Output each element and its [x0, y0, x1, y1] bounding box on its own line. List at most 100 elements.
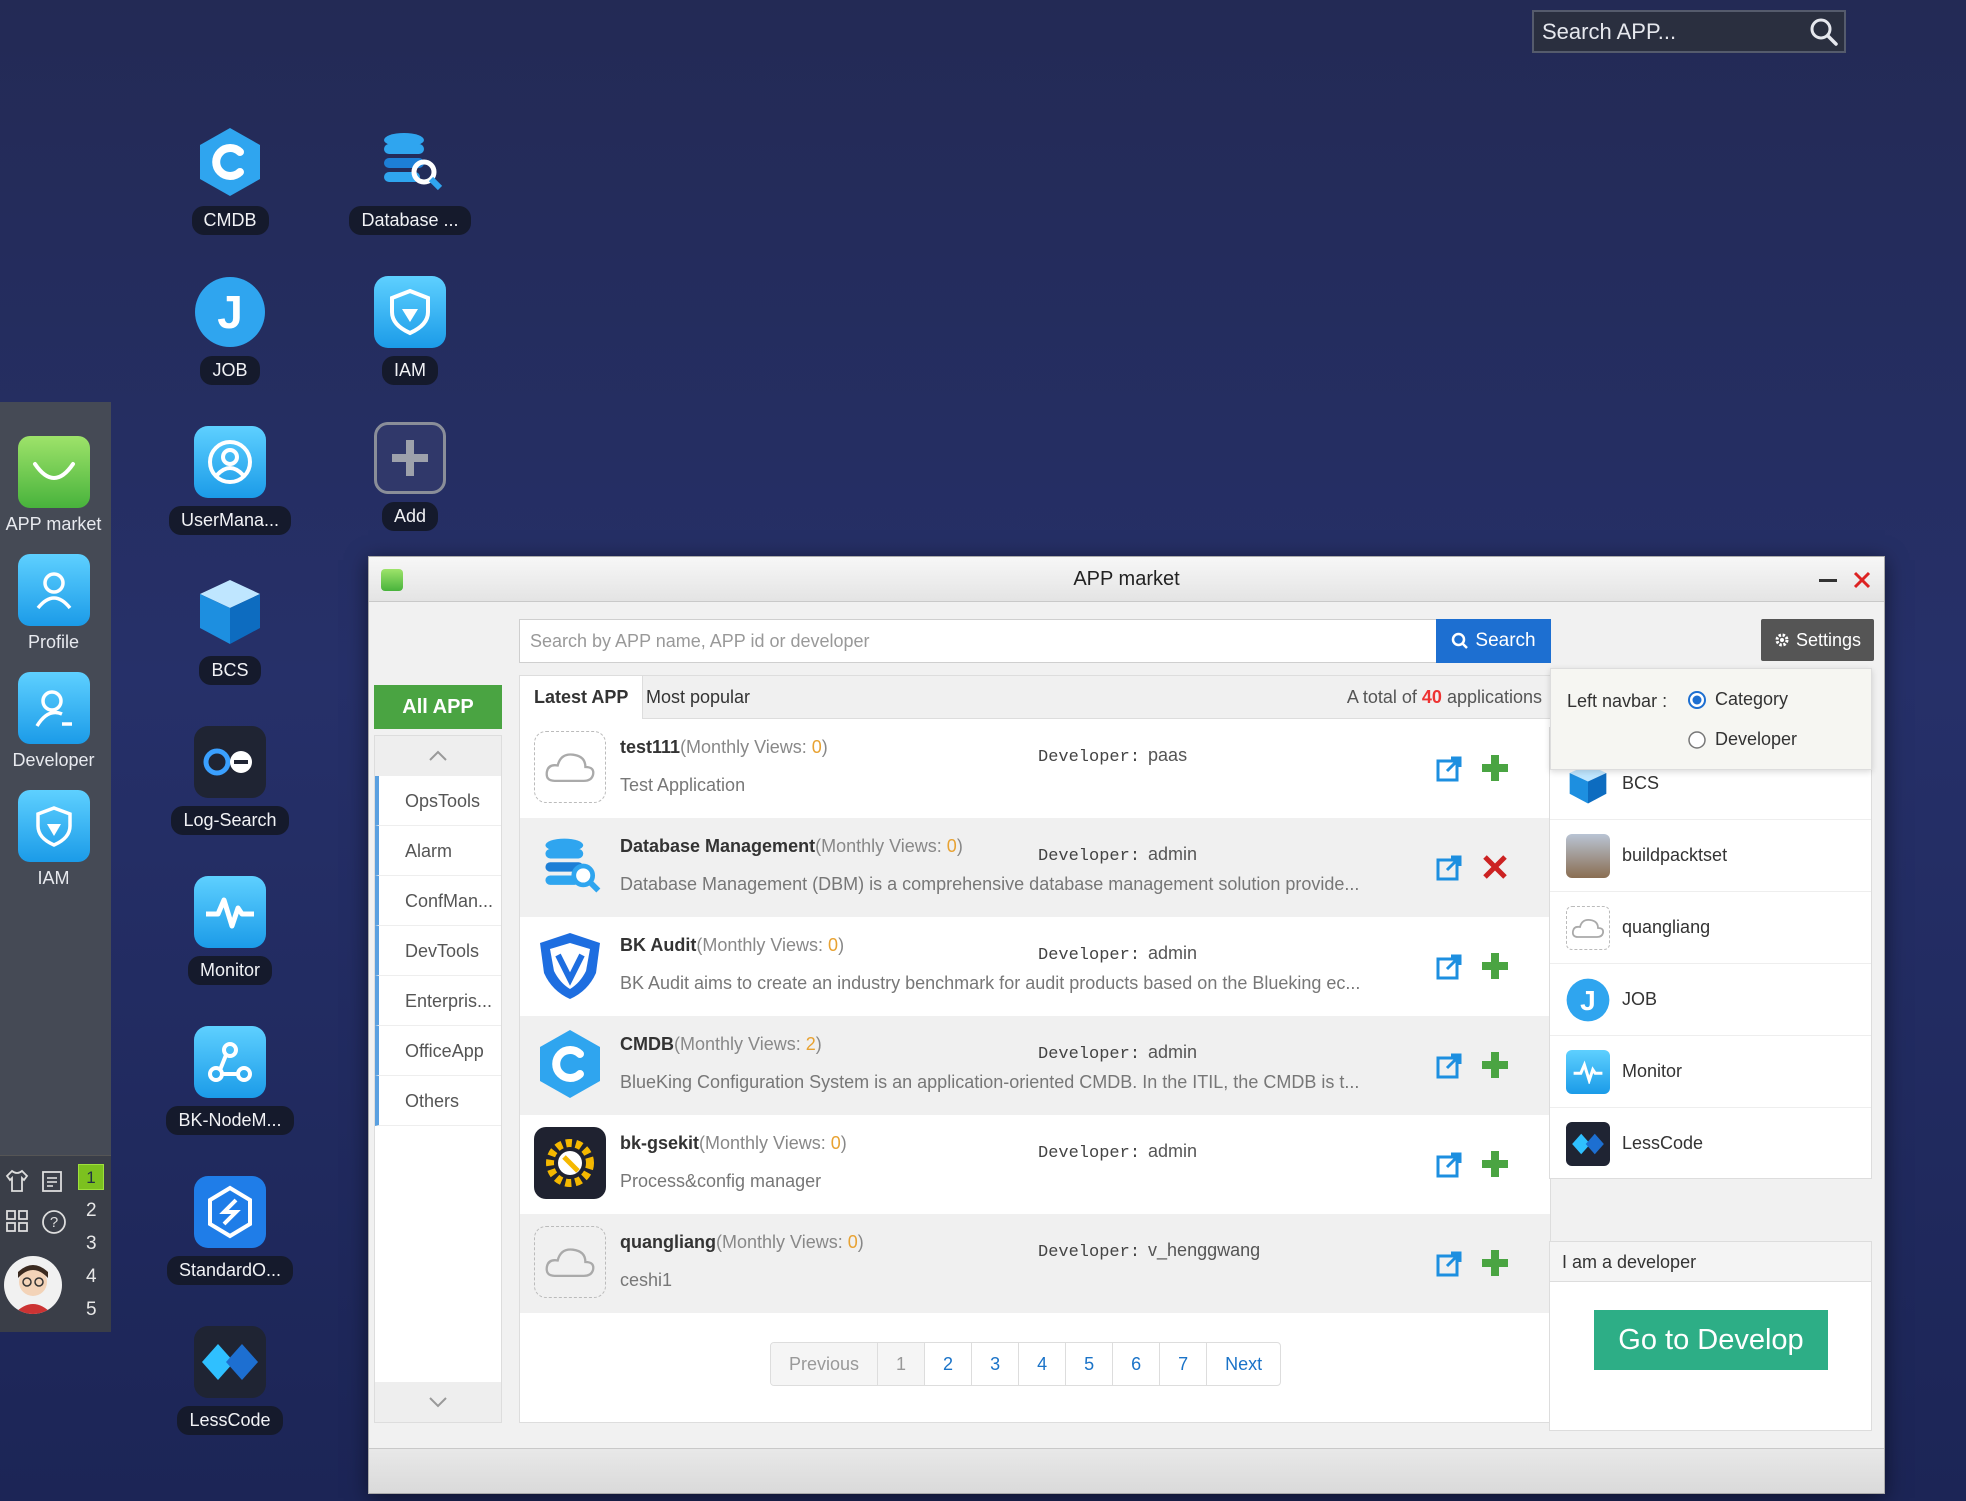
list-item[interactable]: Monitor: [1550, 1036, 1871, 1108]
desktop-number[interactable]: 5: [86, 1299, 97, 1321]
open-link-icon[interactable]: [1435, 755, 1463, 783]
category-item[interactable]: OfficeApp: [375, 1026, 501, 1076]
desktop-number[interactable]: 3: [86, 1233, 97, 1255]
open-link-icon[interactable]: [1435, 1052, 1463, 1080]
previous-page-button[interactable]: Previous: [771, 1343, 879, 1385]
app-row[interactable]: quangliang(Monthly Views: 0) Developer: v_…: [520, 1214, 1550, 1313]
app-row[interactable]: BK Audit(Monthly Views: 0) Developer: admi…: [520, 917, 1550, 1016]
minimize-button[interactable]: [1819, 579, 1837, 582]
desktop-icon-bk-nodeman[interactable]: BK-NodeM...: [160, 1026, 300, 1140]
page-button[interactable]: 2: [925, 1343, 973, 1385]
desktop-search-input[interactable]: Search APP...: [1542, 19, 1804, 45]
open-link-icon[interactable]: [1435, 1250, 1463, 1278]
add-icon[interactable]: [1480, 1149, 1510, 1179]
desktop-icon-cmdb[interactable]: CMDB: [160, 126, 300, 240]
job-icon: J: [1566, 978, 1610, 1022]
app-row[interactable]: CMDB(Monthly Views: 2) Developer: admin Blu…: [520, 1016, 1550, 1115]
desktop-icon-job[interactable]: J JOB: [160, 276, 300, 390]
list-item[interactable]: buildpacktset: [1550, 820, 1871, 892]
dock-profile[interactable]: Profile: [0, 554, 107, 653]
app-search-input[interactable]: Search by APP name, APP id or developer: [519, 619, 1439, 663]
list-item[interactable]: J JOB: [1550, 964, 1871, 1036]
help-icon[interactable]: ?: [40, 1208, 68, 1236]
page-button[interactable]: 4: [1019, 1343, 1067, 1385]
desktop-number-active[interactable]: 1: [78, 1164, 104, 1190]
add-icon[interactable]: [1480, 951, 1510, 981]
desktop-icon-iam[interactable]: IAM: [340, 276, 480, 390]
log-search-icon: [194, 726, 266, 798]
category-item[interactable]: Alarm: [375, 826, 501, 876]
page-button[interactable]: 1: [878, 1343, 926, 1385]
go-to-develop-button[interactable]: Go to Develop: [1594, 1310, 1828, 1370]
app-row[interactable]: Database Management(Monthly Views: 0) Dev…: [520, 818, 1550, 917]
desktop-number[interactable]: 2: [86, 1200, 97, 1222]
desktop-icon-log-search[interactable]: Log-Search: [160, 726, 300, 840]
desktop-icon-label: LessCode: [177, 1406, 283, 1435]
desktop-icon-bcs[interactable]: BCS: [160, 576, 300, 690]
node-icon: [194, 1026, 266, 1098]
category-item[interactable]: ConfMan...: [375, 876, 501, 926]
desktop-icon-usermanage[interactable]: UserMana...: [160, 426, 300, 540]
radio-developer[interactable]: Developer: [1687, 729, 1797, 750]
page-button[interactable]: 5: [1066, 1343, 1114, 1385]
cloud-icon: [1566, 905, 1610, 950]
desktop-icon-standard-ops[interactable]: StandardO...: [160, 1176, 300, 1290]
grid-icon[interactable]: [4, 1208, 30, 1234]
tab-latest-app[interactable]: Latest APP: [520, 676, 644, 719]
desktop-icon-lesscode[interactable]: LessCode: [160, 1326, 300, 1440]
add-icon[interactable]: [1480, 1050, 1510, 1080]
category-item[interactable]: DevTools: [375, 926, 501, 976]
open-link-icon[interactable]: [1435, 953, 1463, 981]
app-name[interactable]: quangliang: [620, 1232, 716, 1252]
remove-icon[interactable]: [1480, 852, 1510, 882]
list-item[interactable]: LessCode: [1550, 1108, 1871, 1178]
app-row[interactable]: bk-gsekit(Monthly Views: 0) Developer: adm…: [520, 1115, 1550, 1214]
app-name[interactable]: CMDB: [620, 1034, 674, 1054]
desktop-icon-database[interactable]: Database ...: [340, 126, 480, 240]
desktop-icon-monitor[interactable]: Monitor: [160, 876, 300, 990]
radio-category[interactable]: Category: [1687, 689, 1788, 710]
next-page-button[interactable]: Next: [1207, 1343, 1280, 1385]
shirt-icon[interactable]: [4, 1168, 30, 1194]
desktop-icon-label: CMDB: [191, 206, 269, 235]
settings-button[interactable]: Settings: [1761, 619, 1874, 661]
app-row[interactable]: test111(Monthly Views: 0) Developer: paas T…: [520, 719, 1550, 818]
window-titlebar[interactable]: APP market: [369, 557, 1884, 602]
page-button[interactable]: 3: [972, 1343, 1020, 1385]
app-name[interactable]: Database Management: [620, 836, 815, 856]
all-app-button[interactable]: All APP: [374, 685, 502, 729]
category-item[interactable]: Enterpris...: [375, 976, 501, 1026]
desktop-icon-label: BCS: [199, 656, 261, 685]
category-item[interactable]: OpsTools: [375, 776, 501, 826]
close-icon[interactable]: [1853, 571, 1871, 589]
open-link-icon[interactable]: [1435, 854, 1463, 882]
dock-iam[interactable]: IAM: [0, 790, 107, 889]
note-icon[interactable]: [40, 1168, 66, 1194]
chevron-down-icon[interactable]: [375, 1382, 501, 1422]
avatar[interactable]: [4, 1256, 62, 1314]
add-icon[interactable]: [1480, 1248, 1510, 1278]
monthly-views-label: (Monthly Views:: [680, 737, 812, 757]
developer-line: Developer: admin: [1038, 1141, 1197, 1163]
desktop-number[interactable]: 4: [86, 1266, 97, 1288]
list-item[interactable]: quangliang: [1550, 892, 1871, 964]
search-icon[interactable]: [1804, 12, 1844, 52]
app-name[interactable]: test111: [620, 737, 680, 757]
app-name[interactable]: BK Audit: [620, 935, 696, 955]
search-button[interactable]: Search: [1436, 619, 1551, 663]
dock-developer[interactable]: Developer: [0, 672, 107, 771]
app-name[interactable]: bk-gsekit: [620, 1133, 699, 1153]
developer-section-title: I am a developer: [1550, 1242, 1871, 1282]
desktop-search-bar[interactable]: Search APP...: [1532, 10, 1846, 53]
total-suffix: applications: [1446, 687, 1542, 707]
dock-app-market[interactable]: APP market: [0, 436, 107, 535]
desktop-icon-add[interactable]: Add: [340, 422, 480, 536]
page-button[interactable]: 6: [1113, 1343, 1161, 1385]
category-item[interactable]: Others: [375, 1076, 501, 1126]
tab-most-popular[interactable]: Most popular: [632, 676, 764, 719]
page-button[interactable]: 7: [1160, 1343, 1208, 1385]
add-icon[interactable]: [1480, 753, 1510, 783]
monthly-views-label: (Monthly Views:: [716, 1232, 848, 1252]
open-link-icon[interactable]: [1435, 1151, 1463, 1179]
chevron-up-icon[interactable]: [375, 736, 501, 776]
